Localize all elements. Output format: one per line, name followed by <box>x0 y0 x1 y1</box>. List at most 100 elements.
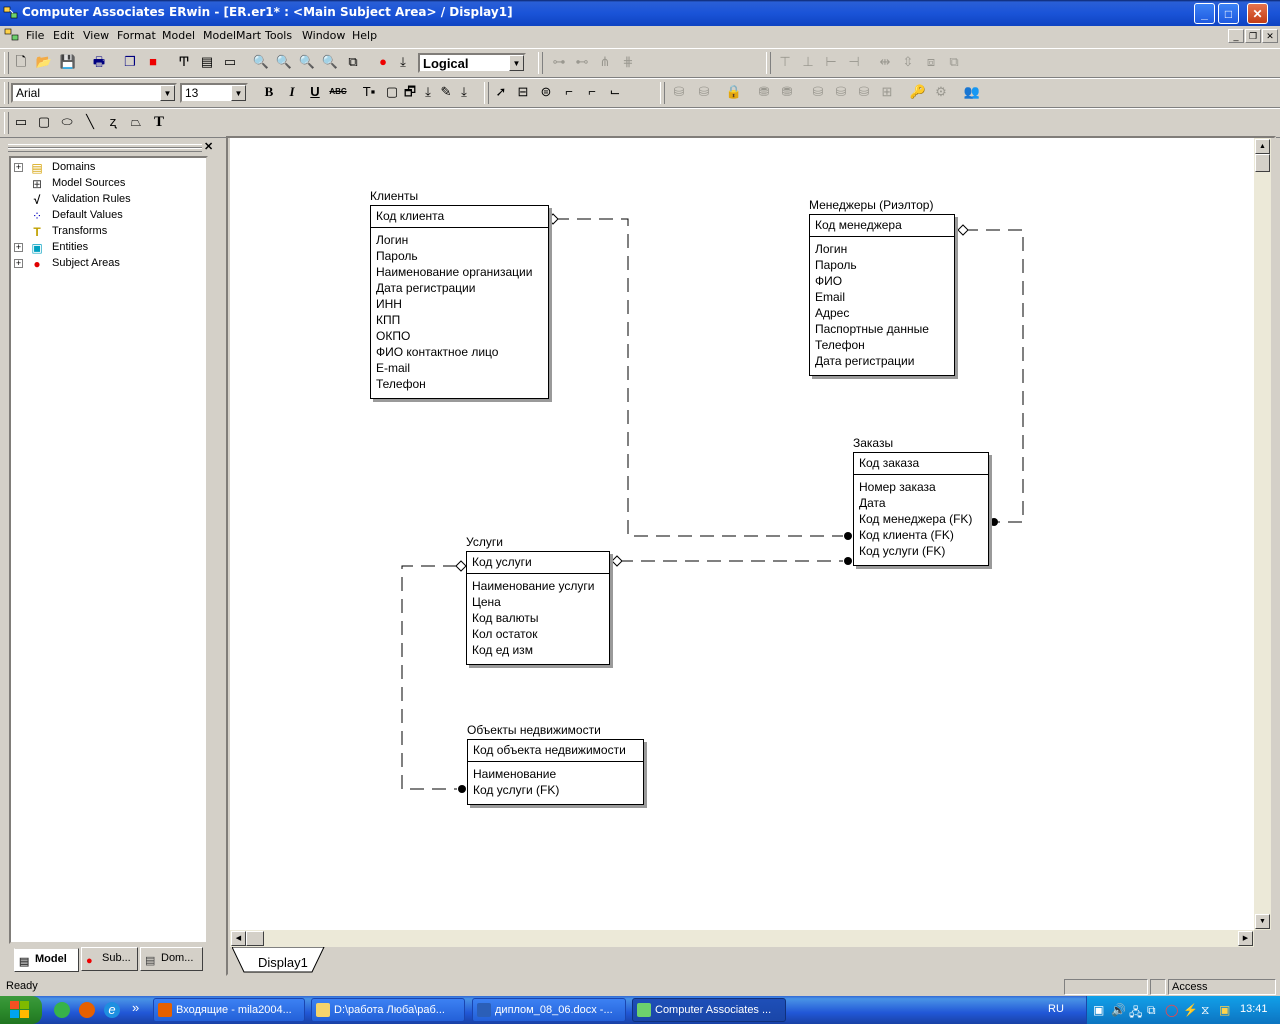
entity-attribute[interactable]: Дата регистрации <box>376 280 543 296</box>
line-tool-icon[interactable]: ╲ <box>80 112 100 132</box>
mdi-restore-button[interactable]: ❐ <box>1245 29 1261 43</box>
subject-area-icon[interactable]: ● <box>373 52 393 72</box>
tray-icon[interactable]: ▣ <box>1219 1003 1230 1017</box>
entity-attribute[interactable]: ФИО <box>815 273 949 289</box>
category-tool-icon[interactable]: ⊜ <box>536 82 556 102</box>
entity-display-icon[interactable]: ▤ <box>197 52 217 72</box>
entity-attribute[interactable]: Email <box>815 289 949 305</box>
entity-properties[interactable]: Код объекта недвижимости Наименование Код… <box>467 739 644 805</box>
font-name-select[interactable]: Arial ▼ <box>11 83 177 103</box>
chevron-down-icon[interactable]: ▼ <box>160 85 175 101</box>
scroll-up-icon[interactable]: ▲ <box>1255 139 1270 154</box>
color-icon[interactable]: ■ <box>143 52 163 72</box>
modelmart-icon[interactable]: ⛁ <box>854 82 874 102</box>
zoom-out-icon[interactable]: 🔍 <box>251 52 271 72</box>
rectangle-tool-icon[interactable]: ▭ <box>11 112 31 132</box>
ellipse-tool-icon[interactable]: ⬭ <box>57 112 77 132</box>
tray-icon[interactable]: ▣ <box>1093 1003 1104 1017</box>
copy-icon[interactable]: ❐ <box>120 52 140 72</box>
quicklaunch-more-icon[interactable]: » <box>132 1000 139 1015</box>
menu-file[interactable]: File <box>26 29 44 42</box>
entity-attribute[interactable]: Код услуги (FK) <box>473 782 638 798</box>
entity-attribute[interactable]: ИНН <box>376 296 543 312</box>
many-to-many-relationship-icon[interactable]: ⌐ <box>582 82 602 102</box>
view-mode-select[interactable]: Logical ▼ <box>418 53 526 73</box>
print-icon[interactable]: 🖶 <box>89 52 109 72</box>
mdi-close-button[interactable]: ✕ <box>1262 29 1278 43</box>
align-right-icon[interactable]: ⊣ <box>844 52 864 72</box>
taskbar-task-mail[interactable]: Входящие - mila2004... <box>153 998 305 1022</box>
horizontal-scrollbar[interactable]: ◀ ▶ <box>230 930 1254 947</box>
entity-attribute[interactable]: Телефон <box>815 337 949 353</box>
entity-attribute[interactable]: Номер заказа <box>859 479 983 495</box>
new-file-icon[interactable]: 🗋 <box>11 52 31 72</box>
transform-icon[interactable]: ⋕ <box>618 52 638 72</box>
scroll-thumb[interactable] <box>246 931 264 946</box>
line-color-icon[interactable]: 🗗 <box>400 82 420 102</box>
entity-attribute[interactable]: Наименование услуги <box>472 578 604 594</box>
zoom-page-icon[interactable]: ⧉ <box>343 52 363 72</box>
entity-attribute[interactable]: Кол остаток <box>472 626 604 642</box>
toolbar-grip[interactable] <box>4 112 9 134</box>
entity-attribute[interactable]: Дата регистрации <box>815 353 949 369</box>
align-top-icon[interactable]: ⊤ <box>775 52 795 72</box>
polyline-tool-icon[interactable]: ʐ <box>103 112 123 132</box>
modelmart-icon[interactable]: ⊞ <box>877 82 897 102</box>
tab-subject-areas[interactable]: ● Sub... <box>81 947 138 971</box>
chrome-icon[interactable] <box>54 1002 70 1018</box>
internet-explorer-icon[interactable]: e <box>104 1002 120 1018</box>
entity-attribute[interactable]: КПП <box>376 312 543 328</box>
font-size-select[interactable]: 13 ▼ <box>180 83 248 103</box>
users-icon[interactable]: 👥 <box>962 82 982 102</box>
toolbar-grip[interactable] <box>4 52 9 74</box>
transform-icon[interactable]: ⊶ <box>549 52 569 72</box>
taskbar-task-word[interactable]: диплом_08_06.docx -... <box>472 998 626 1022</box>
tab-domains[interactable]: ▤ Dom... <box>140 947 203 971</box>
close-icon[interactable]: ✕ <box>204 140 213 153</box>
save-icon[interactable]: 💾 <box>58 52 78 72</box>
entity-attribute[interactable]: Пароль <box>376 248 543 264</box>
entity-attribute[interactable]: Наименование <box>473 766 638 782</box>
menu-view[interactable]: View <box>83 29 109 42</box>
zoom-normal-icon[interactable]: 🔍 <box>297 52 317 72</box>
scroll-right-icon[interactable]: ▶ <box>1238 931 1253 946</box>
scroll-down-icon[interactable]: ▼ <box>1255 914 1270 929</box>
align-bottom-icon[interactable]: ⊥ <box>798 52 818 72</box>
modelmart-icon[interactable]: ⛁ <box>808 82 828 102</box>
space-horizontal-icon[interactable]: ⇹ <box>875 52 895 72</box>
modelmart-icon[interactable]: ⛃ <box>777 82 797 102</box>
tray-icon[interactable]: ⚡ <box>1183 1003 1198 1017</box>
volume-icon[interactable]: 🔊 <box>1111 1003 1126 1017</box>
maximize-button[interactable]: □ <box>1218 3 1239 24</box>
menu-edit[interactable]: Edit <box>53 29 74 42</box>
bold-button[interactable]: B <box>259 82 279 102</box>
menu-window[interactable]: Window <box>302 29 345 42</box>
entity-attribute[interactable]: Логин <box>376 232 543 248</box>
taskbar-task-erwin[interactable]: Computer Associates ... <box>632 998 786 1022</box>
entity-attribute[interactable]: Телефон <box>376 376 543 392</box>
fill-color-icon[interactable]: ▢ <box>382 82 402 102</box>
modelmart-icon[interactable]: ⛃ <box>754 82 774 102</box>
font-format-icon[interactable]: Ͳ <box>174 52 194 72</box>
entity-attribute[interactable]: E-mail <box>376 360 543 376</box>
transform-icon[interactable]: ⋔ <box>595 52 615 72</box>
security-icon[interactable]: 🔑 <box>908 82 928 102</box>
menu-modelmart[interactable]: ModelMart <box>203 29 261 42</box>
note-display-icon[interactable]: ▭ <box>220 52 240 72</box>
entity-attribute[interactable]: Адрес <box>815 305 949 321</box>
entity-attribute[interactable]: Логин <box>815 241 949 257</box>
close-button[interactable]: ✕ <box>1247 3 1268 24</box>
text-tool-icon[interactable]: T <box>149 112 169 132</box>
underline-button[interactable]: U <box>305 82 325 102</box>
entity-attribute[interactable]: Наименование организации <box>376 264 543 280</box>
tab-model[interactable]: ▤ Model <box>14 948 79 972</box>
tray-icon[interactable]: ⧉ <box>1147 1003 1156 1018</box>
model-tree[interactable]: + ▤ Domains ⊞ Model Sources √ Validation… <box>9 156 208 944</box>
download-icon[interactable]: ⤓ <box>393 52 413 72</box>
vertical-scrollbar[interactable]: ▲ ▼ <box>1254 138 1271 930</box>
select-pointer-icon[interactable]: ➚ <box>491 82 511 102</box>
space-vertical-icon[interactable]: ⇳ <box>898 52 918 72</box>
strikethrough-button[interactable]: ABC <box>328 82 348 102</box>
entity-attribute[interactable]: Пароль <box>815 257 949 273</box>
entity-attribute[interactable]: Код ед изм <box>472 642 604 658</box>
